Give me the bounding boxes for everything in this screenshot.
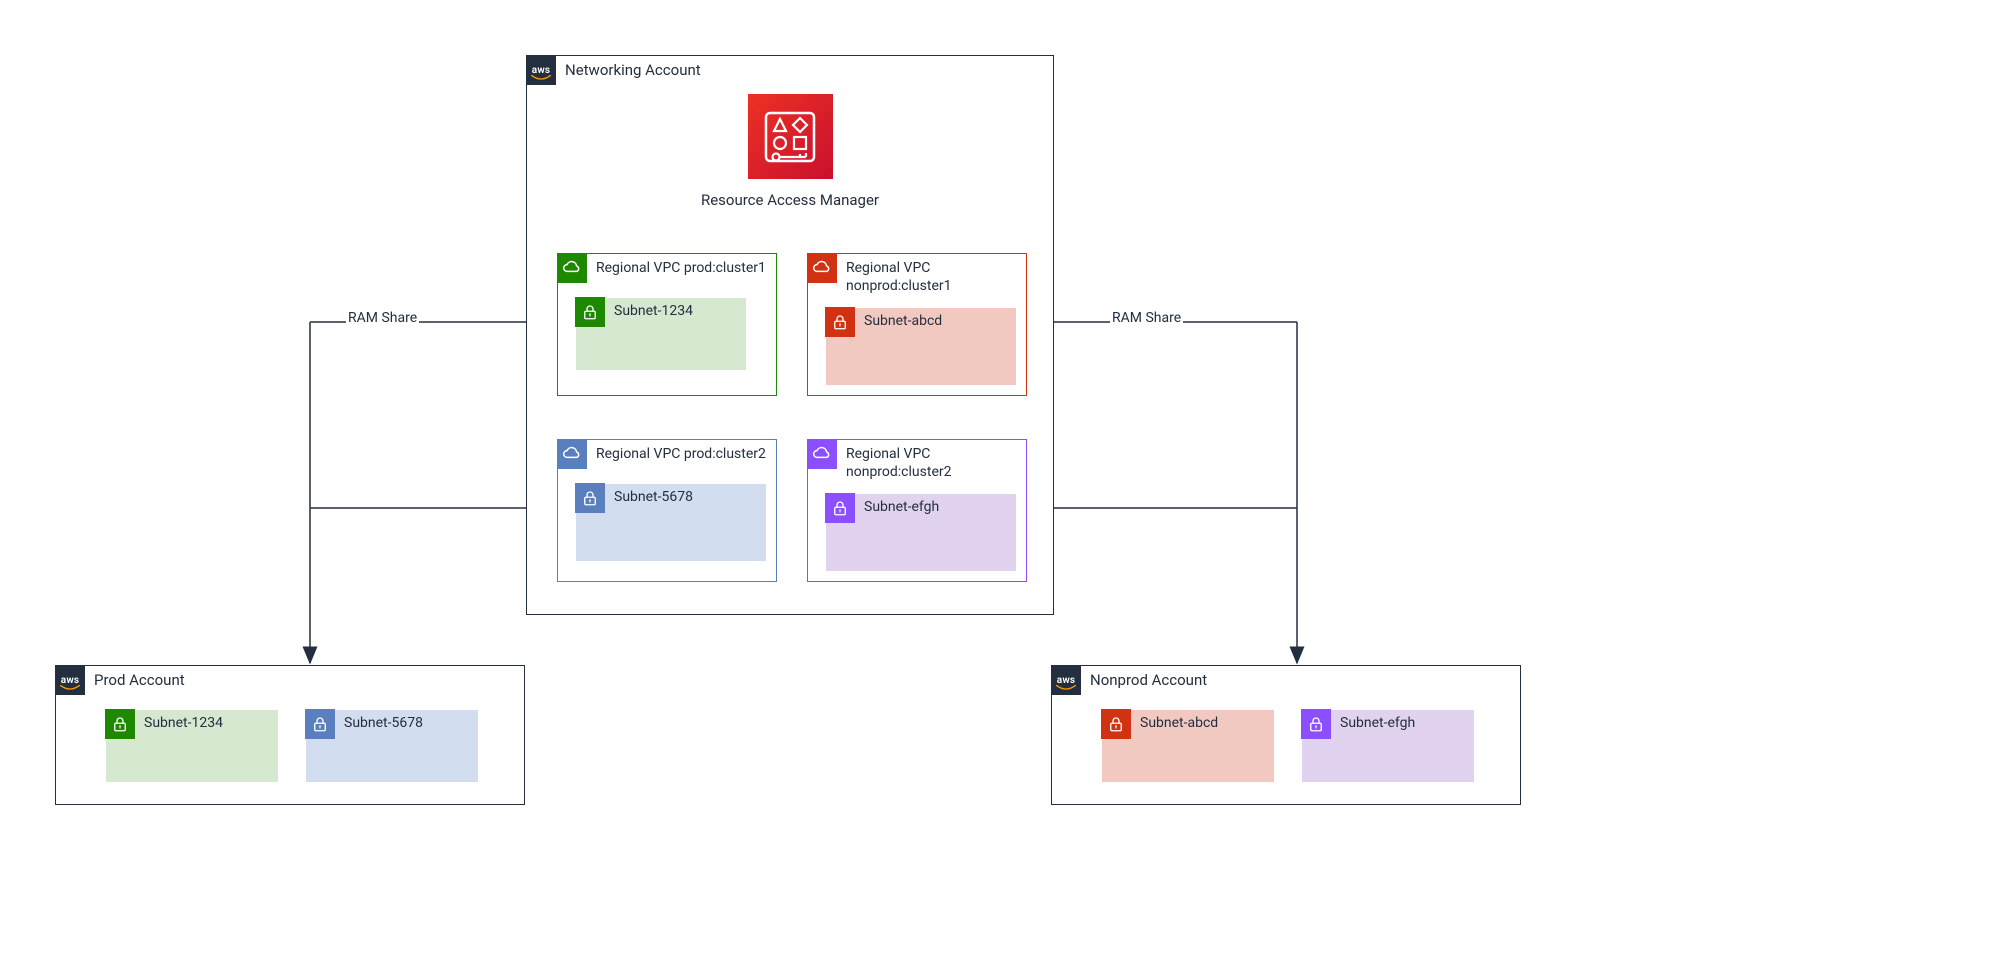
cloud-icon [807,253,837,283]
vpc-prod-cluster2: Regional VPC prod:cluster2 Subnet-5678 [557,439,777,582]
nonprod-account-box: aws Nonprod Account Subnet-abcd Subnet-e… [1051,665,1521,805]
subnet-5678-shared-label: Subnet-5678 [344,715,423,731]
vpc-prod1-title: Regional VPC prod:cluster1 [596,259,766,277]
cloud-icon [557,439,587,469]
subnet-abcd-label: Subnet-abcd [864,313,942,329]
subnet-1234-shared-label: Subnet-1234 [144,715,223,731]
lock-icon [1101,709,1131,739]
subnet-1234-label: Subnet-1234 [614,303,693,319]
vpc-prod-cluster1: Regional VPC prod:cluster1 Subnet-1234 [557,253,777,396]
subnet-5678-label: Subnet-5678 [614,489,693,505]
vpc-nonprod-cluster1: Regional VPCnonprod:cluster1 Subnet-abcd [807,253,1027,396]
subnet-efgh-shared: Subnet-efgh [1302,710,1474,782]
prod-account-title: Prod Account [94,671,185,689]
ram-icon [748,94,833,179]
aws-logo-icon: aws [55,665,85,695]
ram-share-left-label: RAM Share [346,310,419,326]
subnet-abcd-in-vpc: Subnet-abcd [826,308,1016,385]
subnet-1234-shared: Subnet-1234 [106,710,278,782]
cloud-icon [557,253,587,283]
lock-icon [825,493,855,523]
resource-access-manager: Resource Access Manager [680,94,900,209]
lock-icon [575,297,605,327]
subnet-1234-in-vpc: Subnet-1234 [576,298,746,370]
subnet-efgh-shared-label: Subnet-efgh [1340,715,1415,731]
vpc-nonprod-cluster2: Regional VPCnonprod:cluster2 Subnet-efgh [807,439,1027,582]
subnet-5678-in-vpc: Subnet-5678 [576,484,766,561]
lock-icon [1301,709,1331,739]
ram-label: Resource Access Manager [680,191,900,209]
lock-icon [575,483,605,513]
aws-logo-icon: aws [1051,665,1081,695]
aws-logo-icon: aws [526,55,556,85]
vpc-prod2-title: Regional VPC prod:cluster2 [596,445,766,463]
subnet-5678-shared: Subnet-5678 [306,710,478,782]
vpc-nonprod2-title: Regional VPCnonprod:cluster2 [846,445,951,481]
ram-share-right-label: RAM Share [1110,310,1183,326]
subnet-abcd-shared: Subnet-abcd [1102,710,1274,782]
lock-icon [825,307,855,337]
nonprod-account-title: Nonprod Account [1090,671,1207,689]
vpc-nonprod1-title: Regional VPCnonprod:cluster1 [846,259,951,295]
cloud-icon [807,439,837,469]
networking-account-title: Networking Account [565,61,701,79]
subnet-abcd-shared-label: Subnet-abcd [1140,715,1218,731]
subnet-efgh-label: Subnet-efgh [864,499,939,515]
subnet-efgh-in-vpc: Subnet-efgh [826,494,1016,571]
prod-account-box: aws Prod Account Subnet-1234 Subnet-5678 [55,665,525,805]
lock-icon [105,709,135,739]
lock-icon [305,709,335,739]
networking-account-box: aws Networking Account Resource Access M… [526,55,1054,615]
